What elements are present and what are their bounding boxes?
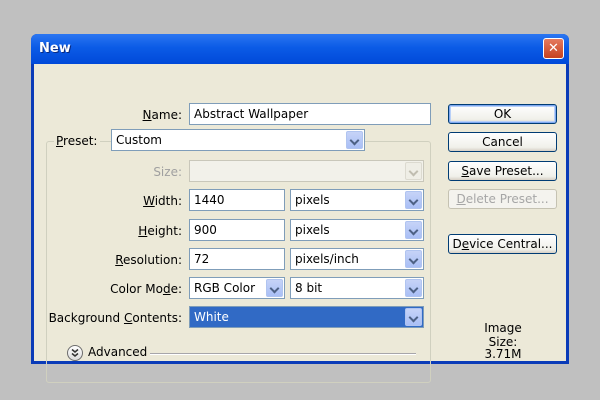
bit-depth-dropdown[interactable]: 8 bit (290, 277, 424, 299)
chevron-down-icon (405, 250, 422, 268)
preset-label: Preset: (54, 134, 101, 148)
name-input[interactable]: Abstract Wallpaper (189, 103, 431, 125)
ok-button[interactable]: OK (448, 104, 557, 124)
title-bar[interactable]: New ✕ (31, 34, 569, 64)
color-mode-label: Color Mode: (110, 282, 182, 296)
close-button[interactable]: ✕ (543, 38, 564, 59)
resolution-input[interactable]: 72 (189, 248, 285, 270)
width-label: Width: (143, 194, 182, 208)
preset-dropdown[interactable]: Custom (111, 129, 365, 151)
height-unit-dropdown[interactable]: pixels (290, 219, 424, 241)
chevron-down-icon (266, 279, 283, 297)
delete-preset-button: Delete Preset... (448, 189, 557, 209)
image-size-value: 3.71M (484, 347, 522, 361)
image-size-label: Image Size: (484, 321, 522, 349)
preset-value: Custom (116, 133, 162, 147)
chevron-down-icon (346, 131, 363, 149)
height-input[interactable]: 900 (189, 219, 285, 241)
height-label: Height: (138, 224, 182, 238)
close-icon: ✕ (548, 41, 559, 56)
save-preset-button[interactable]: Save Preset... (448, 161, 557, 181)
chevron-down-icon (405, 221, 422, 239)
advanced-divider (150, 353, 416, 355)
color-mode-dropdown[interactable]: RGB Color (189, 277, 285, 299)
width-unit-dropdown[interactable]: pixels (290, 189, 424, 211)
chevron-down-icon (405, 279, 422, 297)
cancel-button[interactable]: Cancel (448, 132, 557, 152)
chevron-down-icon (405, 191, 422, 209)
background-contents-dropdown[interactable]: White (189, 306, 424, 328)
chevron-down-icon (405, 308, 422, 326)
background-contents-label: Background Contents: (48, 311, 182, 325)
advanced-toggle-button[interactable] (67, 345, 83, 361)
dialog-body: Name: Abstract Wallpaper Preset: Custom … (34, 64, 566, 383)
size-label: Size: (153, 165, 182, 179)
chevron-down-icon (405, 162, 422, 180)
double-chevron-down-icon (71, 348, 79, 357)
resolution-label: Resolution: (115, 253, 182, 267)
window-title: New (39, 41, 71, 56)
new-document-dialog: New ✕ Name: Abstract Wallpaper Preset: C… (31, 34, 569, 383)
advanced-label[interactable]: Advanced (88, 345, 147, 359)
resolution-unit-dropdown[interactable]: pixels/inch (290, 248, 424, 270)
device-central-button[interactable]: Device Central... (448, 234, 557, 254)
width-input[interactable]: 1440 (189, 189, 285, 211)
size-dropdown (189, 160, 424, 182)
name-label: Name: (142, 108, 182, 122)
